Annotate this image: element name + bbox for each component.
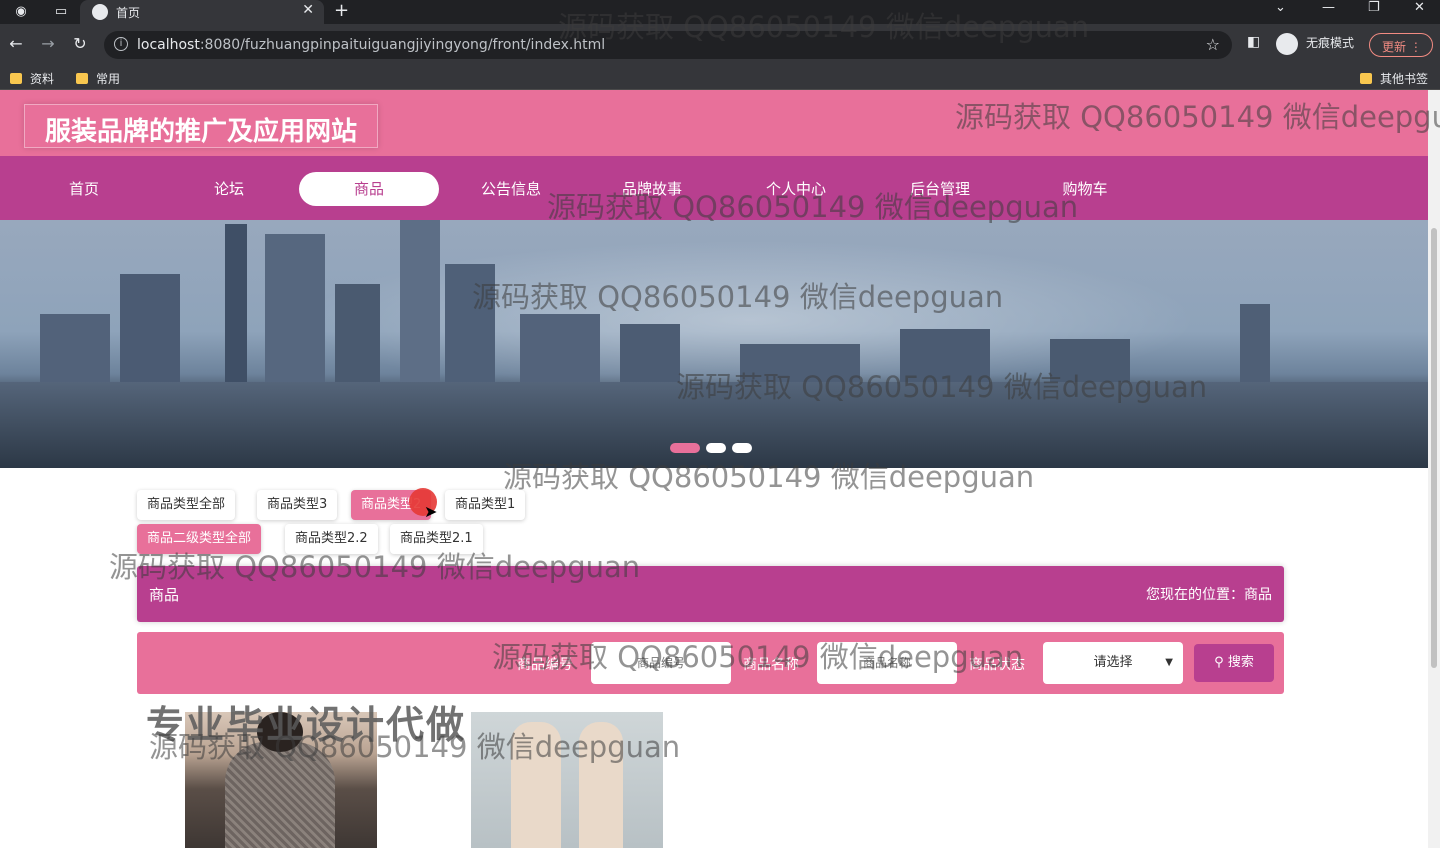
filter-subtype-2-1[interactable]: 商品类型2.1 [390, 524, 483, 554]
bookmarks-bar: 资料 常用 其他书签 [0, 66, 1440, 90]
banner-building [400, 220, 440, 384]
search-icon: ⚲ [1214, 655, 1224, 670]
incognito-label: 无痕模式 [1306, 36, 1355, 50]
reload-icon[interactable]: ↻ [70, 34, 90, 53]
bookmark-folder-other[interactable]: 其他书签 [1360, 70, 1428, 87]
main-nav: 首页 论坛 商品 公告信息 品牌故事 个人中心 后台管理 购物车 [0, 156, 1428, 220]
carousel-dot[interactable] [706, 443, 726, 453]
code-input[interactable] [591, 642, 731, 684]
close-tab-icon[interactable]: ✕ [302, 2, 314, 18]
carousel-indicators [670, 438, 758, 457]
minimize-icon[interactable]: — [1322, 0, 1335, 15]
carousel-dot[interactable] [670, 443, 700, 453]
filter-type-all[interactable]: 商品类型全部 [137, 490, 236, 520]
product-card-image[interactable] [471, 712, 663, 848]
restore-icon[interactable]: ❐ [1368, 0, 1380, 15]
globe-icon [92, 4, 108, 20]
product-coat-shape [225, 742, 335, 848]
status-label: 商品状态 [969, 657, 1025, 673]
new-tab-icon[interactable]: + [334, 0, 349, 21]
breadcrumb: 您现在的位置：商品 [1146, 587, 1272, 603]
page-scrollbar[interactable] [1428, 90, 1440, 848]
bookmark-star-icon[interactable]: ☆ [1206, 35, 1220, 54]
tab-title: 首页 [116, 6, 141, 20]
nav-home[interactable]: 首页 [14, 172, 154, 206]
banner-tower [225, 224, 247, 384]
chevron-down-icon: ▼ [1165, 657, 1173, 668]
nav-forum[interactable]: 论坛 [159, 172, 299, 206]
banner-building [40, 314, 110, 384]
tab-search-icon[interactable]: ⌄ [1275, 0, 1286, 15]
nav-profile[interactable]: 个人中心 [726, 172, 866, 206]
address-bar[interactable]: i localhost:8080/fuzhuangpinpaituiguangj… [104, 31, 1232, 59]
banner-building [445, 264, 495, 384]
back-icon[interactable]: ← [6, 34, 26, 53]
folder-icon [1360, 73, 1372, 84]
url-text[interactable]: localhost:8080/fuzhuangpinpaituiguangjiy… [137, 37, 605, 53]
filter-subtype-2-2[interactable]: 商品类型2.2 [285, 524, 378, 554]
name-label: 商品名称 [743, 657, 799, 673]
nav-notices[interactable]: 公告信息 [441, 172, 581, 206]
banner-building [740, 344, 860, 384]
bookmark-folder-ziliao[interactable]: 资料 [10, 70, 54, 87]
close-window-icon[interactable]: ✕ [1414, 0, 1425, 15]
tab-overview-icon[interactable]: ▭ [52, 3, 70, 21]
bookmark-folder-changyong[interactable]: 常用 [76, 70, 120, 87]
status-selected-value: 请选择 [1093, 655, 1133, 670]
site-title[interactable]: 服装品牌的推广及应用网站 [24, 104, 379, 148]
browser-tab-active[interactable]: 首页 ✕ [80, 0, 324, 24]
nav-admin[interactable]: 后台管理 [870, 172, 1010, 206]
banner-building [520, 314, 600, 384]
folder-icon [10, 73, 22, 84]
filter-type-3[interactable]: 商品类型3 [257, 490, 338, 520]
nav-cart[interactable]: 购物车 [1015, 172, 1155, 206]
code-label: 商品编号 [517, 657, 573, 673]
site-header: 服装品牌的推广及应用网站 [0, 90, 1428, 156]
browser-logo-icon: ◉ [15, 4, 27, 19]
nav-products[interactable]: 商品 [299, 172, 439, 206]
product-model-figure [511, 722, 561, 848]
carousel-dot[interactable] [732, 443, 752, 453]
banner-carousel[interactable] [0, 220, 1428, 468]
folder-icon [76, 73, 88, 84]
browser-tabbar: ◉ ▭ 首页 ✕ + ⌄ — ❐ ✕ [0, 0, 1440, 24]
banner-building [900, 329, 990, 384]
forward-icon[interactable]: → [38, 34, 58, 53]
update-button[interactable]: 更新 ⋮ [1369, 33, 1433, 57]
filter-subtype-all[interactable]: 商品二级类型全部 [137, 524, 262, 554]
status-select[interactable]: 请选择 ▼ [1043, 642, 1183, 684]
site-info-icon[interactable]: i [114, 37, 128, 51]
incognito-icon[interactable] [1276, 33, 1298, 55]
banner-building [120, 274, 180, 384]
search-button[interactable]: ⚲ 搜索 [1194, 644, 1274, 682]
banner-building [1050, 339, 1130, 384]
banner-building [620, 324, 680, 384]
filter-type-1[interactable]: 商品类型1 [445, 490, 526, 520]
section-title: 商品 [149, 586, 180, 604]
browser-toolbar: ← → ↻ i localhost:8080/fuzhuangpinpaitui… [0, 24, 1440, 66]
scrollbar-thumb[interactable] [1431, 228, 1437, 668]
banner-building [335, 284, 380, 384]
sidepanel-icon[interactable]: ◧ [1247, 34, 1260, 50]
mouse-cursor-icon: ➤ [424, 502, 438, 521]
search-button-label: 搜索 [1227, 655, 1254, 670]
page-viewport: 服装品牌的推广及应用网站 首页 论坛 商品 公告信息 品牌故事 个人中心 后台管… [0, 90, 1428, 848]
search-panel: 商品编号 商品名称 商品状态 请选择 ▼ ⚲ 搜索 [137, 632, 1284, 694]
location-bar: 商品 您现在的位置：商品 [137, 566, 1284, 622]
name-input[interactable] [817, 642, 957, 684]
promo-overlay-text: 专业毕业设计代做 [146, 703, 467, 747]
nav-brand-story[interactable]: 品牌故事 [582, 172, 722, 206]
banner-building [1240, 304, 1270, 384]
banner-building [265, 234, 325, 384]
product-model-figure [579, 722, 623, 848]
